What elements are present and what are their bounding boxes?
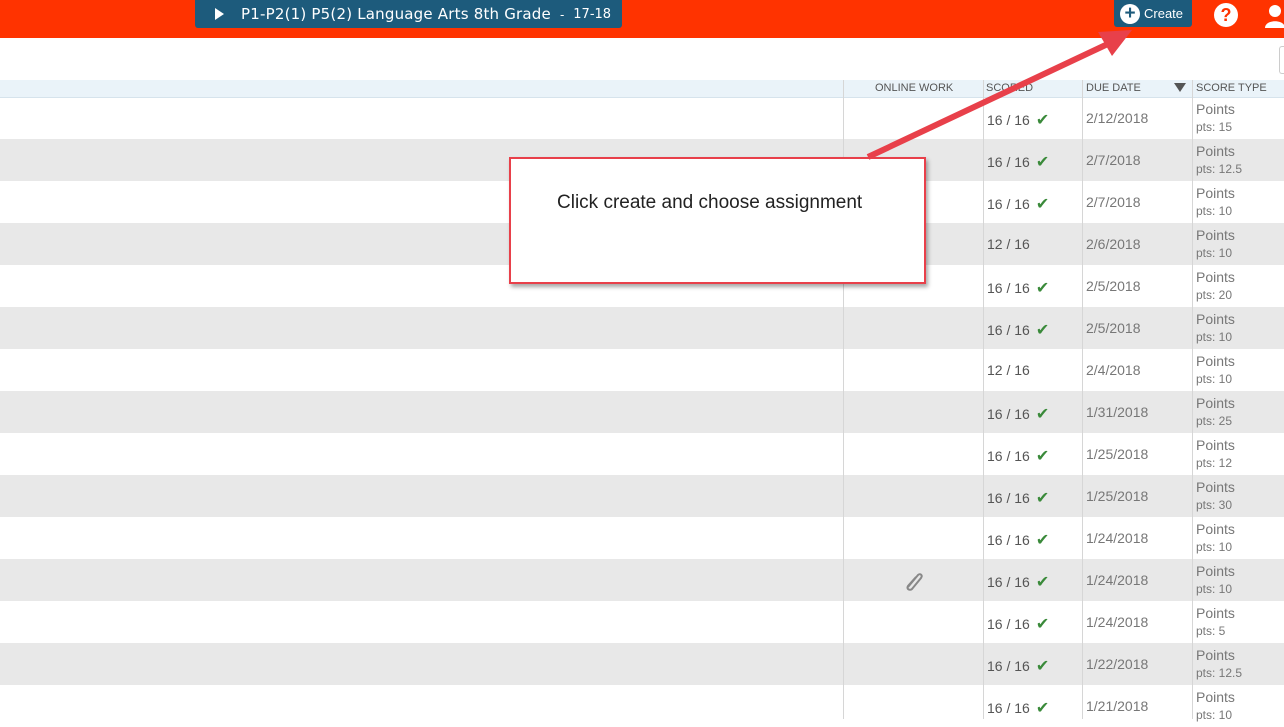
pointer-arrow [866, 30, 1132, 160]
